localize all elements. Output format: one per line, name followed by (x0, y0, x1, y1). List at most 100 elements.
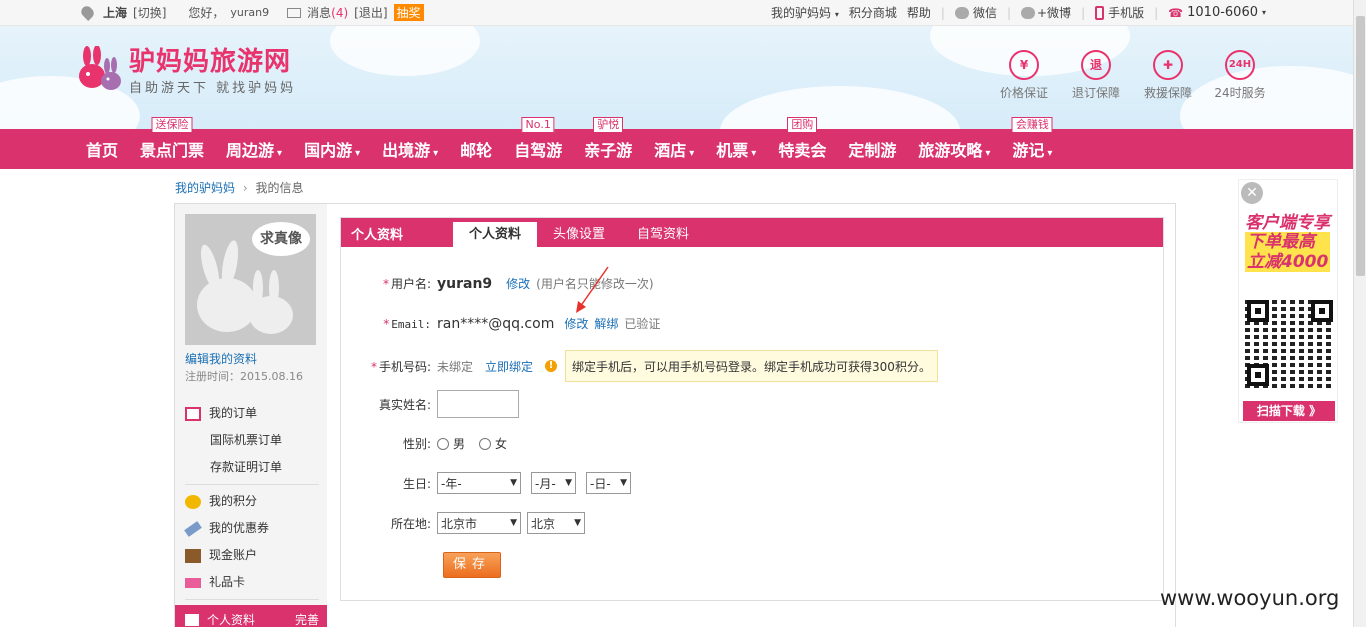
profile-status: 完善 (294, 613, 319, 627)
location-label: 所在地: (390, 516, 431, 531)
sidebar-item-cash-account[interactable]: 现金账户 (185, 542, 319, 569)
close-icon[interactable]: ✕ (1241, 182, 1263, 204)
lottery-badge[interactable]: 抽奖 (393, 4, 424, 21)
messages-link[interactable]: 消息(4) (307, 4, 348, 21)
sidebar-item-gift-card[interactable]: 礼品卡 (185, 569, 319, 596)
top-bar: 上海 [切换] 您好， yuran9 消息(4) [退出] 抽奖 我的驴妈妈 ▾… (0, 0, 1366, 26)
help-link[interactable]: 帮助 (907, 4, 931, 21)
profile-card-icon (185, 613, 199, 626)
realname-label: 真实姓名: (378, 397, 431, 412)
price-guarantee[interactable]: ¥ 价格保证 (998, 50, 1050, 101)
weibo-icon (1021, 6, 1035, 19)
rescue-guarantee[interactable]: ✚ 救援保障 (1142, 50, 1194, 101)
tab-profile[interactable]: 个人资料 (453, 222, 538, 247)
unbind-email-link[interactable]: 解绑 (594, 315, 618, 332)
current-city: 上海 (103, 6, 128, 20)
nav-sale[interactable]: 团购 特卖会 (778, 117, 826, 161)
breadcrumb-home[interactable]: 我的驴妈妈 (175, 181, 235, 195)
realname-input[interactable] (437, 390, 519, 418)
chevron-down-icon: ▾ (751, 148, 757, 159)
nav-selfdrive[interactable]: No.1 自驾游 (514, 117, 562, 161)
nav-nearby[interactable]: 周边游 ▾ (226, 137, 282, 161)
tab-selfdrive-info[interactable]: 自驾资料 (621, 222, 705, 247)
nav-domestic[interactable]: 国内游 ▾ (304, 137, 360, 161)
birth-year-select[interactable]: -年- ▼ (437, 472, 521, 494)
scrollbar-thumb[interactable] (1356, 16, 1365, 276)
sidebar-item-deposit-orders[interactable]: 存款证明订单 (185, 454, 319, 481)
province-select[interactable]: 北京市 ▼ (437, 512, 521, 534)
email-label: Email: (391, 317, 431, 331)
chevron-down-icon: ▼ (510, 518, 517, 528)
location-row: 所在地: 北京市 ▼ 北京 ▼ (341, 512, 595, 534)
gender-male-radio[interactable]: 男 (437, 435, 465, 452)
bind-phone-link[interactable]: 立即绑定 (485, 358, 533, 375)
logo-slogan: 自助游天下 就找驴妈妈 (129, 80, 297, 96)
city-select[interactable]: 北京 ▼ (527, 512, 585, 534)
refund-guarantee[interactable]: 退 退订保障 (1070, 50, 1122, 101)
chevron-down-icon: ▾ (1047, 148, 1053, 159)
24h-clock-icon: 24H (1225, 50, 1255, 80)
sidebar-item-profile[interactable]: 个人资料 完善 (175, 605, 327, 627)
nav-family[interactable]: 驴悦 亲子游 (584, 117, 632, 161)
chevron-down-icon: ▾ (277, 148, 283, 159)
nav-home[interactable]: 首页 (86, 137, 118, 161)
sidebar-item-points[interactable]: 我的积分 (185, 488, 319, 515)
account-frame: 求真像 编辑我的资料 注册时间：2015.08.16 我的订单 国际机票订单 存… (174, 203, 1176, 627)
avatar[interactable]: 求真像 (185, 214, 316, 345)
page-scrollbar[interactable] (1353, 0, 1366, 627)
site-logo[interactable]: 驴妈妈旅游网 自助游天下 就找驴妈妈 (75, 45, 297, 96)
info-icon: ! (545, 360, 558, 372)
wechat-link[interactable]: 微信 (973, 4, 997, 21)
profile-tabs: 个人资料 头像设置 自驾资料 (453, 222, 705, 247)
gender-label: 性别: (402, 437, 431, 451)
mobile-phone-icon (1095, 5, 1105, 20)
username-label: 用户名: (390, 277, 431, 291)
nav-hotel[interactable]: 酒店 ▾ (654, 137, 694, 161)
panel-header: 个人资料 个人资料 头像设置 自驾资料 (341, 218, 1163, 247)
chevron-down-icon[interactable]: ▾ (1262, 8, 1266, 17)
gender-female-radio[interactable]: 女 (479, 435, 507, 452)
weibo-link[interactable]: +微博 (1037, 4, 1071, 21)
username-text: yuran9 (230, 6, 270, 19)
edit-profile-link[interactable]: 编辑我的资料 (185, 350, 257, 367)
breadcrumb: 我的驴妈妈 › 我的信息 (175, 179, 304, 196)
birth-day-select[interactable]: -日- ▼ (586, 472, 631, 494)
nav-cruise[interactable]: 邮轮 (460, 137, 492, 161)
phone-row: * 手机号码: 未绑定 立即绑定 ! 绑定手机后，可以用手机号码登录。绑定手机成功… (341, 350, 938, 382)
sidebar-item-intl-flight-orders[interactable]: 国际机票订单 (185, 427, 319, 454)
nav-flights[interactable]: 机票 ▾ (716, 137, 756, 161)
nav-custom[interactable]: 定制游 (848, 137, 896, 161)
mobile-link[interactable]: 手机版 (1108, 4, 1144, 21)
birthday-row: 生日: -年- ▼ -月- ▼ -日- ▼ (341, 472, 641, 494)
tab-avatar-settings[interactable]: 头像设置 (537, 222, 621, 247)
app-download-promo: ✕ 客户端专享 下单最高 立减4000 扫描下载 》 (1238, 179, 1338, 423)
wallet-icon (185, 548, 201, 563)
24h-service[interactable]: 24H 24时服务 (1214, 50, 1266, 101)
nav-travelogue[interactable]: 会赚钱 游记 ▾ (1011, 117, 1053, 161)
nav-guides[interactable]: 旅游攻略 ▾ (918, 137, 990, 161)
email-status: 已验证 (624, 317, 661, 331)
sidebar-menu: 我的订单 国际机票订单 存款证明订单 我的积分 我的优惠券 现金账户 礼品卡 (184, 400, 319, 603)
nav-outbound[interactable]: 出境游 ▾ (382, 137, 438, 161)
switch-city-link[interactable]: [切换] (133, 4, 166, 21)
save-button[interactable]: 保存 (443, 552, 501, 578)
edit-username-link[interactable]: 修改 (506, 275, 530, 292)
sidebar-item-orders[interactable]: 我的订单 (185, 400, 319, 427)
save-row: 保存 (443, 552, 501, 578)
realname-row: 真实姓名: (341, 390, 519, 418)
nav-badge: 会赚钱 (1011, 117, 1053, 133)
order-list-icon (185, 406, 201, 421)
birth-month-select[interactable]: -月- ▼ (531, 472, 576, 494)
points-mall-link[interactable]: 积分商城 (849, 4, 897, 21)
logout-link[interactable]: [退出] (354, 4, 387, 21)
edit-email-link[interactable]: 修改 (564, 315, 588, 332)
nav-tickets[interactable]: 送保险 景点门票 (140, 117, 204, 161)
my-lvmama-menu[interactable]: 我的驴妈妈 ▾ (771, 4, 839, 21)
chevron-down-icon: ▾ (433, 148, 439, 159)
scan-download-button[interactable]: 扫描下载 》 (1243, 401, 1335, 421)
coins-icon (185, 494, 201, 509)
sidebar-item-coupons[interactable]: 我的优惠券 (184, 515, 319, 542)
registration-time: 注册时间：2015.08.16 (185, 370, 303, 383)
breadcrumb-current: 我的信息 (255, 181, 304, 195)
coupon-tag-icon (184, 520, 202, 537)
